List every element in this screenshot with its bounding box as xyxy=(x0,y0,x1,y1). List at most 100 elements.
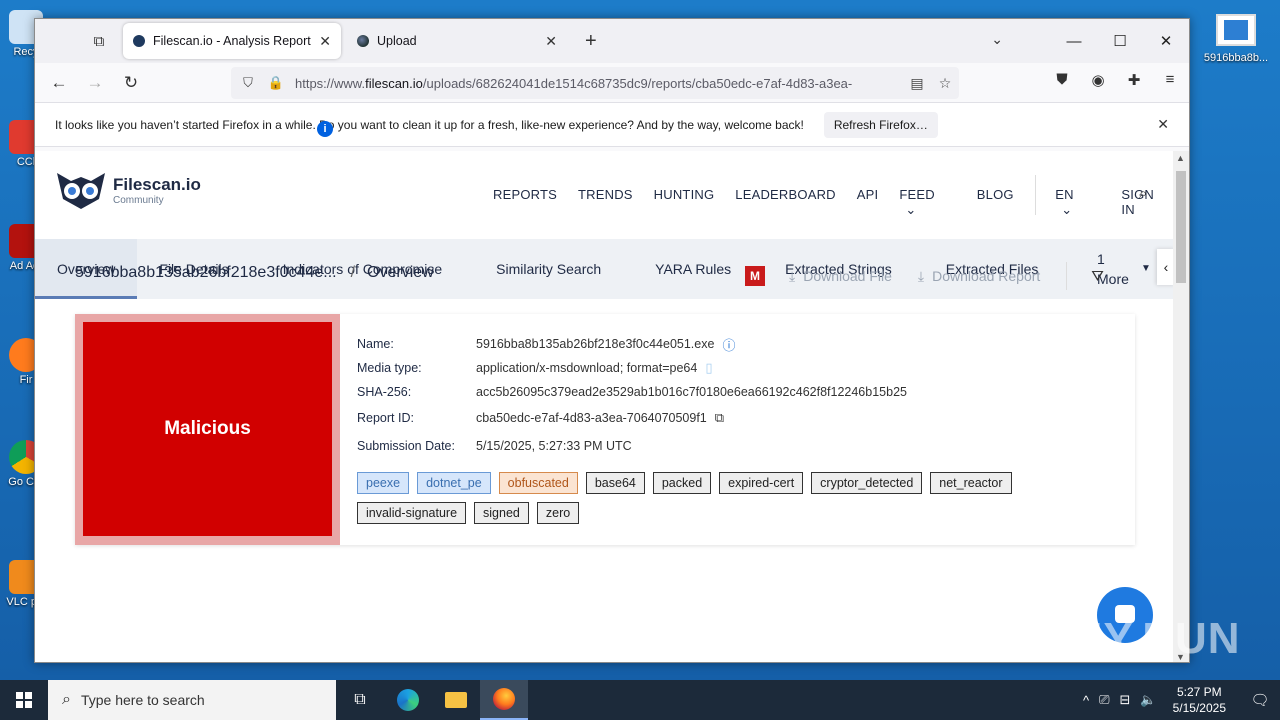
caret-down-icon[interactable]: ▼ xyxy=(1141,263,1151,274)
url-prefix: https://www. xyxy=(295,75,366,91)
download-report-label: Download Report xyxy=(932,268,1041,284)
tag[interactable]: packed xyxy=(652,472,712,494)
taskbar-search[interactable]: ⌕ Type here to search xyxy=(48,680,336,720)
tag[interactable]: zero xyxy=(536,502,580,524)
menu-api[interactable]: API xyxy=(857,187,879,218)
verdict-panel: Malicious xyxy=(75,314,340,545)
menu-reports[interactable]: REPORTS xyxy=(493,187,557,218)
refresh-notification: i It looks like you haven’t started Fire… xyxy=(35,103,1189,147)
search-icon[interactable]: ⌕ xyxy=(1139,185,1147,202)
account-icon[interactable]: ◉ xyxy=(1087,71,1109,89)
tab-upload[interactable]: Upload ✕ xyxy=(347,23,567,59)
windows-logo-icon xyxy=(16,692,32,708)
desktop-icon-file[interactable]: 5916bba8b... xyxy=(1200,14,1272,64)
tag[interactable]: invalid-signature xyxy=(357,502,467,524)
reader-view-icon[interactable]: ▤ xyxy=(903,75,931,92)
menu-feed[interactable]: FEED ⌄ xyxy=(899,187,955,218)
field-key: Submission Date: xyxy=(357,439,455,453)
desktop-icon-label: CCl xyxy=(16,156,36,168)
firefox-window: ⧉ Filescan.io - Analysis Report for ✕ Up… xyxy=(34,18,1190,663)
clock[interactable]: 5:27 PM 5/15/2025 xyxy=(1173,684,1226,716)
field-key: Media type: xyxy=(357,361,422,375)
close-tab-icon[interactable]: ✕ xyxy=(319,33,331,50)
chevron-down-icon[interactable]: ⌄ xyxy=(991,31,1003,48)
url-bar[interactable]: ⛉ 🔒 https://www.filescan.io/uploads/6826… xyxy=(231,67,959,99)
taskbar-edge[interactable] xyxy=(384,680,432,720)
device-icon[interactable]: ⎚ xyxy=(1099,692,1109,708)
download-icon: ⤓ xyxy=(917,267,925,284)
info-row-submission-date: Submission Date: 5/15/2025, 5:27:33 PM U… xyxy=(357,432,907,460)
lock-icon[interactable]: 🔒 xyxy=(265,75,287,91)
close-tab-icon[interactable]: ✕ xyxy=(545,33,557,50)
start-button[interactable] xyxy=(0,680,48,720)
tag[interactable]: net_reactor xyxy=(930,472,1012,494)
info-circle-icon[interactable]: ⓘ xyxy=(722,335,735,354)
taskbar-explorer[interactable] xyxy=(432,680,480,720)
pocket-icon[interactable]: ⛊ xyxy=(1051,71,1073,89)
overview-card: Malicious Name: 5916bba8b135ab26bf218e3f… xyxy=(75,314,1135,545)
chevron-up-icon[interactable]: ^ xyxy=(1083,693,1089,708)
scroll-up-icon[interactable]: ▲ xyxy=(1176,153,1185,163)
breadcrumb-file[interactable]: 5916bba8b135ab26bf218e3f0c44e... xyxy=(75,264,337,281)
tab-filescan[interactable]: Filescan.io - Analysis Report for ✕ xyxy=(123,23,341,59)
breadcrumb: 5916bba8b135ab26bf218e3f0c44e... / Overvie… xyxy=(75,264,434,282)
back-icon[interactable]: ← xyxy=(41,73,77,93)
reload-icon[interactable]: ↻ xyxy=(113,73,149,93)
menu-language[interactable]: EN ⌄ xyxy=(1055,187,1100,218)
url-text[interactable]: https://www.filescan.io/uploads/68262404… xyxy=(295,76,903,91)
tab-title: Upload xyxy=(377,34,417,48)
tag[interactable]: base64 xyxy=(585,472,645,494)
copy-icon[interactable]: ⧉ xyxy=(715,410,724,426)
tab-similarity[interactable]: Similarity Search xyxy=(464,239,623,299)
site-header: Filescan.io Community REPORTS TRENDS HUN… xyxy=(35,151,1175,239)
forward-icon[interactable]: → xyxy=(77,73,113,93)
menu-hunting[interactable]: HUNTING xyxy=(654,187,715,218)
shield-icon[interactable]: ⛉ xyxy=(237,75,259,91)
minimize-icon[interactable]: — xyxy=(1051,33,1097,50)
bookmark-star-icon[interactable]: ☆ xyxy=(931,75,959,92)
close-window-icon[interactable]: ✕ xyxy=(1143,32,1189,50)
chevron-down-icon: ⌄ xyxy=(905,202,917,217)
notice-text: It looks like you haven’t started Firefo… xyxy=(55,117,804,132)
tab-list-icon[interactable]: ⧉ xyxy=(79,25,119,57)
download-file-button[interactable]: ⤓ Download File xyxy=(789,268,892,285)
new-tab-icon[interactable]: + xyxy=(585,30,597,53)
field-key: Report ID: xyxy=(357,411,414,425)
mdcore-badge[interactable]: M xyxy=(745,266,765,286)
download-icon: ⤓ xyxy=(789,267,796,284)
page-scrollbar[interactable]: ▲ ▼ xyxy=(1173,151,1189,662)
close-icon[interactable]: ✕ xyxy=(1157,116,1169,133)
volume-icon[interactable]: 🔈 xyxy=(1140,692,1156,708)
tag[interactable]: peexe xyxy=(357,472,410,494)
field-value: cba50edc-e7af-4d83-a3ea-7064070509f1 xyxy=(476,411,707,425)
taskbar-firefox[interactable] xyxy=(480,680,528,720)
tag[interactable]: cryptor_detected xyxy=(811,472,923,494)
menu-sign-in[interactable]: SIGN IN xyxy=(1121,187,1154,218)
desktop-icon-label: Fir xyxy=(19,374,33,386)
clock-date: 5/15/2025 xyxy=(1172,701,1226,715)
refresh-firefox-button[interactable]: Refresh Firefox… xyxy=(823,111,938,138)
extensions-icon[interactable]: ✚ xyxy=(1123,71,1145,89)
brand-name: Filescan.io xyxy=(113,174,201,194)
task-view-button[interactable]: ⧉ xyxy=(336,680,384,720)
menu-leaderboard[interactable]: LEADERBOARD xyxy=(735,187,835,218)
tag[interactable]: expired-cert xyxy=(719,472,804,494)
network-icon[interactable]: ⊟ xyxy=(1120,692,1131,708)
tag[interactable]: signed xyxy=(474,502,529,524)
tag[interactable]: dotnet_pe xyxy=(417,472,491,494)
info-row-media-type: Media type: application/x-msdownload; fo… xyxy=(357,356,907,380)
tab-yara[interactable]: YARA Rules xyxy=(623,239,753,299)
scrollbar-thumb[interactable] xyxy=(1176,171,1186,283)
download-report-button[interactable]: ⤓ Download Report xyxy=(918,268,1040,285)
tab-bar: ⧉ Filescan.io - Analysis Report for ✕ Up… xyxy=(35,19,1189,63)
menu-blog[interactable]: BLOG xyxy=(977,187,1014,218)
menu-icon[interactable]: ≡ xyxy=(1159,71,1181,89)
field-value: application/x-msdownload; format=pe64 xyxy=(476,361,698,375)
info-row-name: Name: 5916bba8b135ab26bf218e3f0c44e051.e… xyxy=(357,332,907,356)
filter-icon[interactable]: ⛛ xyxy=(1091,268,1104,285)
menu-trends[interactable]: TRENDS xyxy=(578,187,633,218)
maximize-icon[interactable]: ☐ xyxy=(1097,32,1143,50)
tag[interactable]: obfuscated xyxy=(498,472,578,494)
notification-icon[interactable]: 🗨 xyxy=(1240,691,1280,709)
site-logo[interactable]: Filescan.io Community xyxy=(55,169,201,211)
